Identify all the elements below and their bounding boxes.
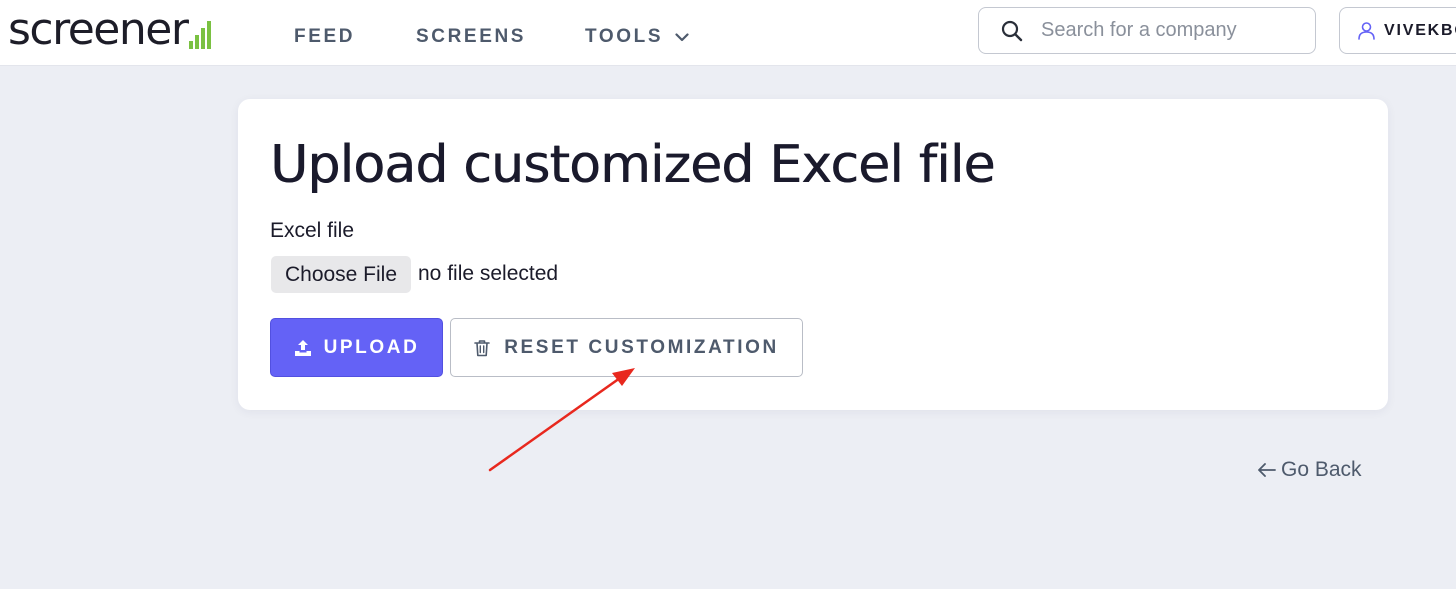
file-status-text: no file selected bbox=[418, 262, 559, 285]
nav-tools-dropdown[interactable]: TOOLS bbox=[585, 24, 689, 50]
trash-icon bbox=[474, 339, 491, 356]
page-title: Upload customized Excel file bbox=[270, 135, 995, 195]
user-name: VIVEKBO bbox=[1384, 21, 1456, 39]
user-menu-button[interactable]: VIVEKBO bbox=[1339, 7, 1456, 54]
company-search-input[interactable] bbox=[1041, 16, 1301, 45]
upload-label: UPLOAD bbox=[323, 336, 420, 358]
arrow-left-icon bbox=[1258, 463, 1276, 477]
go-back-link[interactable]: Go Back bbox=[1257, 458, 1362, 482]
logo-text: screener bbox=[8, 4, 189, 55]
reset-customization-label: RESET CUSTOMIZATION bbox=[504, 336, 779, 358]
user-icon bbox=[1358, 21, 1375, 40]
search-icon bbox=[1001, 20, 1023, 42]
go-back-label: Go Back bbox=[1281, 458, 1362, 481]
nav-screens-link[interactable]: SCREENS bbox=[416, 24, 526, 50]
screener-logo[interactable]: screener bbox=[8, 4, 212, 56]
nav-feed-link[interactable]: FEED bbox=[294, 24, 355, 50]
top-navbar: screener FEED SCREENS TOOLS VIVEKBO bbox=[0, 0, 1456, 66]
upload-card: Upload customized Excel file Excel file … bbox=[238, 99, 1388, 410]
upload-icon bbox=[294, 339, 311, 356]
chevron-down-icon bbox=[675, 32, 689, 41]
excel-file-label: Excel file bbox=[270, 219, 355, 242]
reset-customization-button[interactable]: RESET CUSTOMIZATION bbox=[450, 318, 803, 377]
upload-button[interactable]: UPLOAD bbox=[270, 318, 443, 377]
signal-bars-icon bbox=[189, 21, 212, 49]
choose-file-button[interactable]: Choose File bbox=[271, 256, 411, 293]
nav-tools-label: TOOLS bbox=[585, 26, 664, 47]
company-search-box bbox=[978, 7, 1316, 54]
